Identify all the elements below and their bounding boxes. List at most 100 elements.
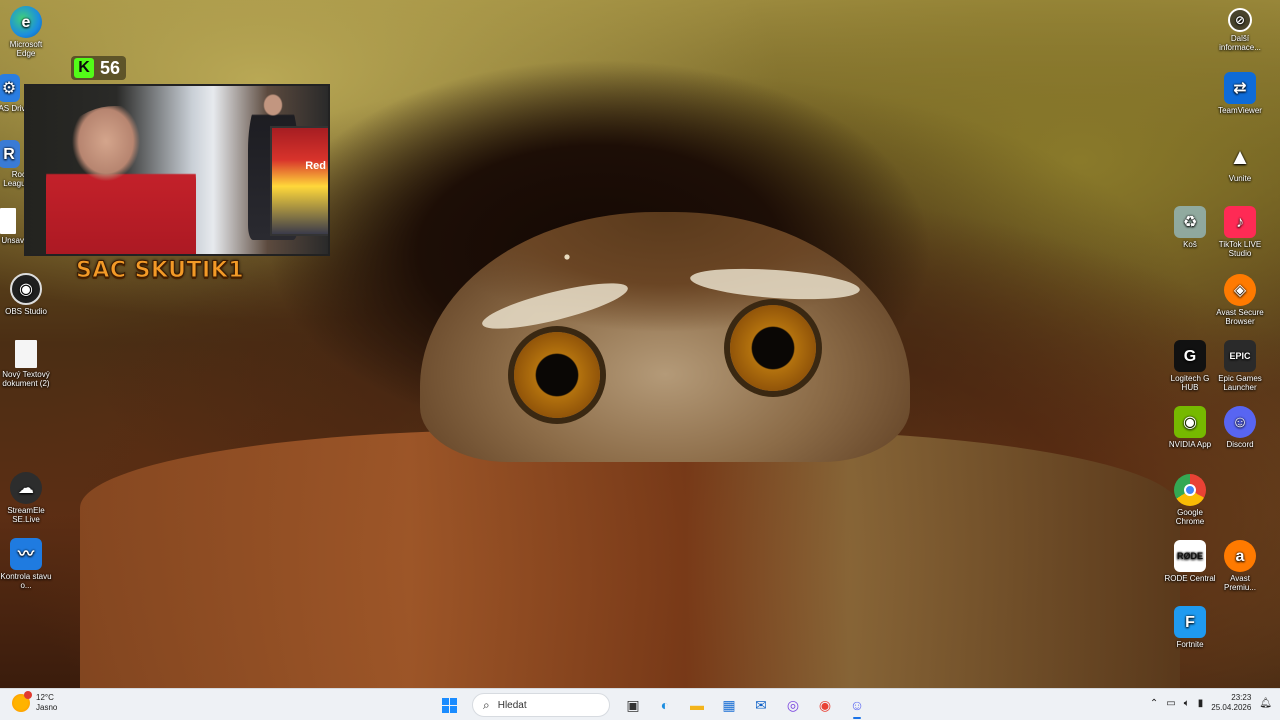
desktop-icon-label: RODE Central	[1164, 574, 1216, 583]
teamviewer-icon: ⇄	[1224, 72, 1256, 104]
clock[interactable]: 23:23 25.04.2026	[1211, 693, 1251, 713]
webcam-fridge: Red	[270, 126, 328, 236]
task-view-button[interactable]: ▣	[620, 692, 646, 718]
taskbar-discord[interactable]: ☺	[844, 692, 870, 719]
desktop-icon-rode[interactable]: RØDE RODE Central	[1164, 540, 1216, 583]
desktop-icon-label: Vunite	[1228, 174, 1252, 183]
streamelements-icon: ☁	[10, 472, 42, 504]
desktop-icon-label: Google Chrome	[1175, 508, 1205, 526]
discord-icon: ☺	[1224, 406, 1256, 438]
taskbar-edge[interactable]: ◐	[652, 692, 678, 718]
desktop-icon-fortnite[interactable]: F Fortnite	[1164, 606, 1216, 649]
network-icon[interactable]: ▭	[1166, 698, 1175, 709]
weather-desc: Jasno	[36, 703, 58, 712]
notification-icon[interactable]: 🔔︎	[1259, 698, 1272, 709]
epic-games-icon: EPIC	[1224, 340, 1256, 372]
search-placeholder: Hledat	[497, 699, 527, 711]
wallpaper-info-icon: ⊘	[1228, 8, 1252, 32]
taskbar: 12°C Jasno ⌕ Hledat ▣ ◐ ▬ ▦ ✉ ◎ ◉ ☺ ⌃ ▭ …	[0, 688, 1280, 720]
desktop-icon-label: Koš	[1183, 240, 1197, 249]
desktop-icon-label: Další informace...	[1219, 34, 1261, 52]
battery-icon[interactable]: ▮	[1198, 698, 1204, 709]
webcam-overlay: Red	[24, 84, 330, 256]
desktop-icon-label: TikTok LIVE Studio	[1218, 240, 1262, 258]
desktop-icon-label: StreamEle SE.Live	[7, 506, 45, 524]
avast-browser-icon: ◎	[786, 696, 800, 713]
desktop-icon-label: Epic Games Launcher	[1218, 374, 1262, 392]
desktop-icon-logitech[interactable]: G Logitech G HUB	[1164, 340, 1216, 392]
desktop-icon-label: NVIDIA App	[1168, 440, 1212, 449]
file-icon	[0, 208, 16, 234]
kick-logo-icon: K	[74, 58, 94, 78]
desktop-icon-label: Logitech G HUB	[1170, 374, 1210, 392]
desktop-icon-epic-games[interactable]: EPIC Epic Games Launcher	[1214, 340, 1266, 392]
sac-creator-code: SAC SKUTIK1	[75, 258, 245, 284]
store-icon: ▦	[722, 696, 736, 713]
chevron-up-icon[interactable]: ⌃	[1150, 698, 1158, 709]
desktop-icon-label: Avast Secure Browser	[1216, 308, 1264, 326]
search-box[interactable]: ⌕ Hledat	[472, 693, 610, 717]
webcam-person	[46, 106, 196, 254]
desktop-icon-pc-health[interactable]: 〰 Kontrola stavu o...	[0, 538, 52, 590]
taskbar-file-explorer[interactable]: ▬	[684, 692, 710, 718]
clock-time: 23:23	[1231, 693, 1252, 702]
owl-eye-right	[730, 305, 816, 391]
task-view-icon: ▣	[626, 696, 640, 713]
taskbar-outlook[interactable]: ✉	[748, 692, 774, 718]
desktop-icon-avast-browser[interactable]: ◈ Avast Secure Browser	[1214, 274, 1266, 326]
nvidia-icon: ◉	[1174, 406, 1206, 438]
system-tray: ⌃ ▭ 🔈︎ ▮ 23:23 25.04.2026 🔔︎	[1150, 693, 1272, 713]
taskbar-store[interactable]: ▦	[716, 692, 742, 718]
outlook-icon: ✉	[755, 696, 767, 713]
desktop-icon-nvidia[interactable]: ◉ NVIDIA App	[1164, 406, 1216, 449]
clock-date: 25.04.2026	[1211, 703, 1252, 712]
desktop-icon-vunite[interactable]: ▲ Vunite	[1214, 140, 1266, 183]
desktop-icon-label: Microsoft Edge	[9, 40, 43, 58]
fridge-logo-text: Red	[305, 160, 326, 172]
desktop-icon-text-document[interactable]: Nový Textový dokument (2)	[0, 340, 52, 388]
weather-widget[interactable]: 12°C Jasno	[12, 691, 58, 713]
desktop-icon-edge[interactable]: e Microsoft Edge	[0, 6, 52, 58]
active-indicator	[853, 717, 861, 719]
taskbar-chrome[interactable]: ◉	[812, 692, 838, 718]
text-document-icon	[15, 340, 37, 368]
kick-viewer-count: 56	[100, 57, 121, 78]
desktop-icon-label: OBS Studio	[5, 307, 47, 316]
alert-badge-icon	[24, 691, 32, 699]
wallpaper-stump	[80, 430, 1180, 690]
desktop-icon-teamviewer[interactable]: ⇄ TeamViewer	[1214, 72, 1266, 115]
vunite-icon: ▲	[1229, 143, 1251, 169]
taskbar-apps: ⌕ Hledat ▣ ◐ ▬ ▦ ✉ ◎ ◉ ☺	[436, 692, 870, 719]
chrome-icon: ◉	[818, 696, 832, 713]
desktop-icon-chrome[interactable]: Google Chrome	[1164, 474, 1216, 526]
kick-viewer-badge: K 56	[71, 56, 127, 80]
recycle-bin-icon: ♻	[1174, 206, 1206, 238]
edge-icon: ◐	[660, 697, 670, 713]
folder-icon: ▬	[690, 697, 704, 713]
desktop-icon-label: TeamViewer	[1218, 106, 1262, 115]
windows-icon	[441, 697, 457, 713]
avast-browser-icon: ◈	[1224, 274, 1256, 306]
avast-icon: a	[1224, 540, 1256, 572]
desktop-icon-recycle-bin[interactable]: ♻ Koš	[1164, 206, 1216, 249]
desktop-icon-obs[interactable]: ◉ OBS Studio	[0, 273, 52, 316]
desktop-icon-discord[interactable]: ☺ Discord	[1214, 406, 1266, 449]
taskbar-avast-browser[interactable]: ◎	[780, 692, 806, 718]
start-button[interactable]	[436, 692, 462, 718]
rocket-league-icon: R	[0, 140, 20, 168]
desktop-icon-label: Fortnite	[1176, 640, 1204, 649]
speaker-icon[interactable]: 🔈︎	[1184, 698, 1190, 709]
desktop-icon-tiktok[interactable]: ♪ TikTok LIVE Studio	[1214, 206, 1266, 258]
desktop-icon-label: Nový Textový dokument (2)	[2, 370, 50, 388]
pc-health-icon: 〰	[10, 538, 42, 570]
rode-icon: RØDE	[1174, 540, 1206, 572]
desktop-icon-streamelements[interactable]: ☁ StreamEle SE.Live	[0, 472, 52, 524]
tiktok-icon: ♪	[1224, 206, 1256, 238]
search-icon: ⌕	[483, 697, 490, 712]
discord-icon: ☺	[849, 697, 865, 713]
fortnite-icon: F	[1174, 606, 1206, 638]
desktop-icon-wallpaper-info[interactable]: ⊘ Další informace...	[1214, 8, 1266, 52]
weather-temp: 12°C	[36, 693, 54, 702]
desktop-icon-label: Kontrola stavu o...	[0, 572, 52, 590]
desktop-icon-avast[interactable]: a Avast Premiu...	[1214, 540, 1266, 592]
